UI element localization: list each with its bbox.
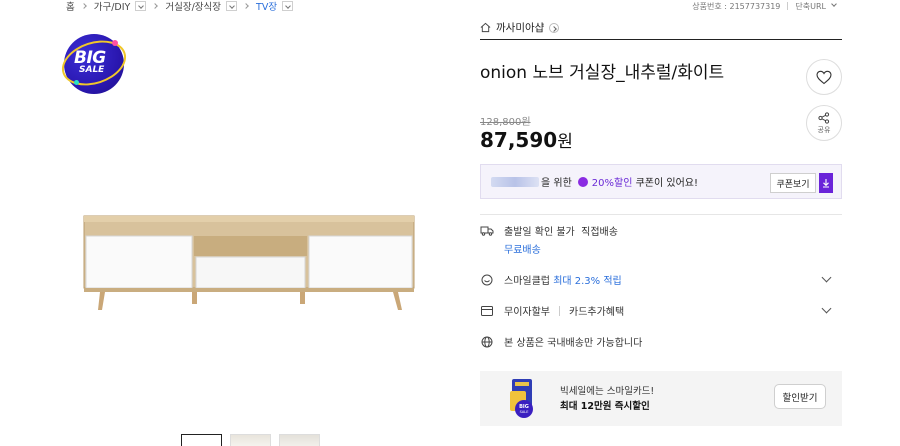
domestic-shipping-note: 본 상품은 국내배송만 가능합니다 — [480, 334, 842, 349]
smile-club-row[interactable]: 스마일클럽 최대 2.3% 적립 — [480, 272, 842, 287]
chevron-right-icon — [152, 3, 159, 9]
truck-icon — [480, 224, 494, 238]
divider — [480, 214, 842, 215]
sale-price: 87,590원 — [480, 127, 573, 152]
shop-name: 까사미아샵 — [496, 22, 545, 34]
coupon-icon — [577, 176, 588, 187]
product-number: 상품번호 : 2157737319 — [692, 1, 781, 11]
shipping-departure: 출발일 확인 불가 — [504, 227, 575, 238]
badge-text-sale: SALE — [520, 410, 529, 414]
chevron-right-icon — [243, 3, 249, 9]
divider — [787, 2, 789, 10]
original-price: 128,800원 — [480, 117, 531, 128]
smile-club-label: 스마일클럽 — [504, 276, 550, 287]
free-shipping-link[interactable]: 무료배송 — [504, 241, 541, 256]
product-meta: 상품번호 : 2157737319 단축URL — [692, 0, 840, 12]
coupon-banner: 을 위한 20%할인 쿠폰이 있어요! 쿠폰보기 — [480, 164, 842, 199]
get-discount-button[interactable]: 할인받기 — [774, 384, 826, 409]
product-title: onion 노브 거실장_내추럴/화이트 — [480, 63, 725, 83]
thumbnail[interactable] — [279, 434, 320, 446]
breadcrumb: 홈 가구/DIY 거실장/장식장 TV장 — [66, 0, 294, 13]
installment-label: 무이자할부 — [504, 307, 550, 318]
shipping-method: 직접배송 — [581, 227, 618, 238]
chevron-right-icon — [80, 3, 87, 9]
breadcrumb-label: 가구/DIY — [93, 2, 131, 13]
price-unit: 원 — [557, 132, 573, 152]
product-image — [83, 215, 415, 310]
short-url-button[interactable]: 단축URL — [795, 1, 826, 12]
smile-club-reward: 최대 2.3% 적립 — [553, 276, 622, 287]
shop-link[interactable]: 까사미아샵 — [480, 18, 842, 40]
breadcrumb-furniture[interactable]: 가구/DIY — [94, 0, 147, 13]
globe-icon — [480, 335, 494, 349]
breadcrumb-label: 거실장/장식장 — [165, 2, 222, 13]
coupon-prefix: 을 위한 — [541, 178, 572, 189]
card-benefit-label: 카드추가혜택 — [569, 307, 625, 318]
badge-text-sale: SALE — [79, 65, 105, 75]
smile-icon — [480, 273, 494, 287]
chevron-down-icon[interactable] — [282, 1, 294, 11]
download-icon — [823, 179, 829, 188]
thumbnail[interactable] — [181, 434, 222, 446]
coupon-view-button[interactable]: 쿠폰보기 — [770, 173, 816, 193]
promo-line1: 빅세일에는 스마일카드! — [560, 386, 655, 397]
sale-price-value: 87,590 — [480, 128, 558, 152]
home-icon — [480, 22, 491, 33]
promo-line2: 최대 12만원 즉시할인 — [560, 401, 650, 412]
badge-dot — [112, 40, 118, 46]
chevron-down-icon[interactable] — [821, 272, 832, 283]
coupon-suffix: 쿠폰이 있어요! — [635, 178, 698, 189]
chevron-right-icon — [549, 22, 560, 33]
breadcrumb-home[interactable]: 홈 — [66, 0, 75, 13]
coupon-highlight: 20%할인 — [591, 178, 633, 189]
coupon-download-button[interactable] — [819, 173, 833, 193]
share-icon — [818, 111, 830, 124]
big-sale-badge: BIG SALE — [56, 32, 132, 94]
promo-text: 빅세일에는 스마일카드! 최대 12만원 즉시할인 — [560, 384, 654, 414]
shipping-info: 출발일 확인 불가 직접배송 — [480, 223, 842, 238]
thumbnail-strip — [181, 434, 320, 446]
breadcrumb-tvstand[interactable]: TV장 — [256, 0, 294, 13]
badge-dot — [74, 80, 79, 85]
domestic-shipping-text: 본 상품은 국내배송만 가능합니다 — [504, 338, 643, 349]
wishlist-button[interactable] — [806, 59, 842, 95]
heart-icon — [816, 70, 832, 84]
share-button[interactable]: 공유 — [806, 105, 842, 141]
installment-row[interactable]: 무이자할부 카드추가혜택 — [480, 303, 842, 318]
product-info-panel: 까사미아샵 onion 노브 거실장_내추럴/화이트 공유 128,800원 8… — [480, 18, 842, 426]
chevron-down-icon[interactable] — [829, 2, 840, 11]
breadcrumb-label: TV장 — [256, 2, 278, 13]
breadcrumb-livingroom[interactable]: 거실장/장식장 — [165, 0, 238, 13]
smile-card-promo: BIG SALE 빅세일에는 스마일카드! 최대 12만원 즉시할인 할인받기 — [480, 371, 842, 426]
chevron-down-icon[interactable] — [135, 1, 147, 11]
smile-card-icon: BIG SALE — [510, 379, 533, 418]
chevron-down-icon[interactable] — [226, 1, 238, 11]
breadcrumb-label: 홈 — [66, 2, 75, 13]
thumbnail[interactable] — [230, 434, 271, 446]
card-icon — [480, 304, 494, 318]
chevron-down-icon[interactable] — [821, 303, 832, 314]
divider — [559, 305, 560, 316]
blurred-username — [491, 176, 539, 187]
share-label: 공유 — [817, 125, 831, 134]
